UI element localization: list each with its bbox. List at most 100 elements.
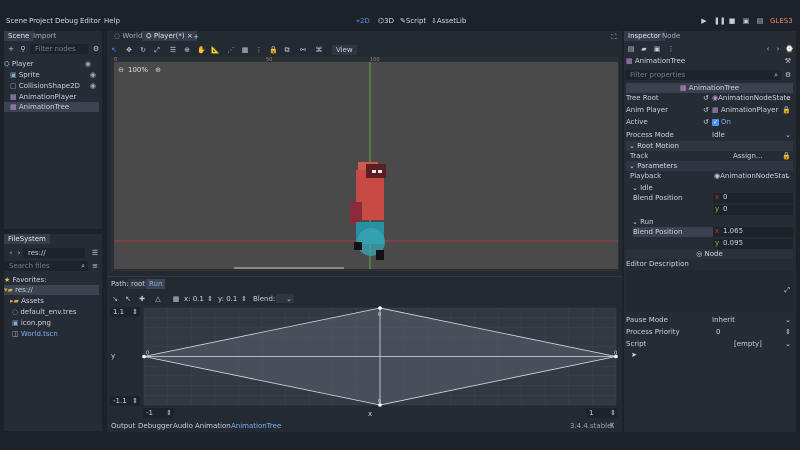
tab-debugger[interactable]: Debugger xyxy=(138,422,173,430)
fs-item-assets[interactable]: ▸▰ Assets xyxy=(4,296,99,306)
new-resource-icon[interactable]: ▤ xyxy=(627,45,635,53)
node-path-value[interactable]: ▦ AnimationPlayer xyxy=(712,105,778,116)
active-checkbox[interactable]: ✓ xyxy=(712,119,719,126)
select-points-icon[interactable]: ↘ xyxy=(111,295,119,303)
tab-output[interactable]: Output xyxy=(111,422,135,430)
history-icon[interactable]: ⌚ xyxy=(785,45,794,53)
menu-project[interactable]: Project xyxy=(29,17,53,25)
move-tool-icon[interactable]: ✥ xyxy=(125,46,133,54)
zoom-out-icon[interactable]: ⊖ xyxy=(117,66,125,74)
menu-editor[interactable]: Editor xyxy=(80,17,101,25)
snap-y-field[interactable]: y: 0.1 xyxy=(218,295,237,303)
blend-space-chart[interactable]: 0 0 0 0 xyxy=(108,305,620,421)
menu-debug[interactable]: Debug xyxy=(55,17,78,25)
search-files-input[interactable]: Search files ⌕ xyxy=(4,261,88,271)
tree-node-animationplayer[interactable]: ▦ AnimationPlayer xyxy=(4,92,99,102)
play-scene-icon[interactable]: ▣ xyxy=(742,17,750,25)
breadcrumb-run[interactable]: Run xyxy=(146,279,166,289)
back-arrow-icon[interactable]: ‹ xyxy=(7,249,15,257)
object-selector[interactable]: ▦ AnimationTree ⚒ xyxy=(626,57,793,67)
more-options-icon[interactable]: ⋮ xyxy=(255,46,263,54)
split-view-icon[interactable]: ☰ xyxy=(91,249,99,257)
node-section[interactable]: ◎ Node xyxy=(626,249,793,259)
grid-snap-icon[interactable]: ▦ xyxy=(241,46,249,54)
reset-icon[interactable]: ↺ xyxy=(703,105,709,116)
scale-tool-icon[interactable]: ⤢ xyxy=(153,46,161,54)
erase-points-icon[interactable]: ✚ xyxy=(138,295,146,303)
pan-tool-icon[interactable]: ✋ xyxy=(197,46,206,54)
fs-item-default-env[interactable]: ◌ default_env.tres xyxy=(4,307,99,317)
snap-x-field[interactable]: x: 0.1 xyxy=(184,295,204,303)
visibility-icon[interactable]: ◉ xyxy=(85,59,91,69)
workspace-assetlib[interactable]: ⇩AssetLib xyxy=(431,17,466,25)
chevron-down-icon[interactable]: ⌄ xyxy=(785,171,791,181)
idle-y-field[interactable]: y0 xyxy=(713,205,793,215)
more-icon[interactable]: ⋮ xyxy=(667,45,675,53)
prop-pause-mode[interactable]: Pause Mode Inherit ⌄ xyxy=(626,315,793,326)
prop-track[interactable]: Track Assign... 🔒 xyxy=(630,151,793,161)
stop-icon[interactable]: ■ xyxy=(728,17,736,25)
max-y-field[interactable]: 1.1 ⇕ xyxy=(110,307,140,317)
min-y-field[interactable]: -1.1 ⇕ xyxy=(110,396,140,406)
prop-playback[interactable]: Playback ◉AnimationNodeStat ⌄ xyxy=(630,171,793,181)
spin-icon[interactable]: ⇕ xyxy=(240,295,248,303)
link-icon[interactable]: ⚲ xyxy=(19,45,27,53)
filter-properties-input[interactable]: Filter properties ⌕ xyxy=(625,70,781,80)
run-x-field[interactable]: x 1.065 xyxy=(713,227,793,237)
pin-icon[interactable]: ⊼ xyxy=(608,422,616,430)
settings-icon[interactable]: ⚙ xyxy=(784,71,792,79)
chevron-down-icon[interactable]: ⌄ xyxy=(785,339,791,350)
zoom-level[interactable]: 100% xyxy=(128,66,148,74)
workspace-2d[interactable]: ⌖2D xyxy=(356,17,370,26)
blend-mode-dropdown[interactable]: ⌄ xyxy=(276,294,294,303)
prop-script[interactable]: Script [empty] ⌄ xyxy=(626,339,793,350)
add-node-icon[interactable]: + xyxy=(7,45,15,53)
h-scrollbar[interactable] xyxy=(234,267,344,270)
reset-icon[interactable]: ↺ xyxy=(703,93,709,104)
editor-description-textarea[interactable]: ⤢ xyxy=(626,270,793,312)
add-tab-icon[interactable]: + xyxy=(192,33,200,41)
visibility-icon[interactable]: ◉ xyxy=(90,81,96,91)
fs-item-world-tscn[interactable]: ◫ World.tscn xyxy=(4,329,99,339)
list-select-icon[interactable]: ☰ xyxy=(169,46,177,54)
lock-icon[interactable]: 🔒 xyxy=(782,105,791,116)
prop-tree-root[interactable]: Tree Root ↺ ◉AnimationNodeState ⌄ xyxy=(626,93,793,104)
reset-icon[interactable]: ↺ xyxy=(703,117,709,128)
fs-item-favorites[interactable]: ★ Favorites: xyxy=(4,275,99,285)
section-idle[interactable]: ⌄ Idle xyxy=(630,183,793,193)
create-points-icon[interactable]: ↖ xyxy=(124,295,132,303)
sort-icon[interactable]: ≡ xyxy=(91,262,99,270)
tree-node-animationtree[interactable]: ▦ AnimationTree xyxy=(4,102,99,112)
fs-item-icon-png[interactable]: ▣ icon.png xyxy=(4,318,99,328)
view-menu-button[interactable]: View xyxy=(332,45,357,55)
menu-scene[interactable]: Scene xyxy=(6,17,27,25)
tab-world[interactable]: ◌ World xyxy=(110,31,146,41)
prop-process-mode[interactable]: Process Mode Idle ⌄ xyxy=(626,130,793,141)
tab-animationtree[interactable]: AnimationTree xyxy=(231,422,281,430)
play-icon[interactable]: ▶ xyxy=(700,17,708,25)
workspace-3d[interactable]: ⌬3D xyxy=(378,17,394,25)
select-tool-icon[interactable]: ↖ xyxy=(110,46,118,54)
tab-node[interactable]: Node xyxy=(658,31,684,41)
playback-value[interactable]: ◉AnimationNodeStat xyxy=(714,171,788,181)
prop-process-priority[interactable]: Process Priority 0 ⇕ xyxy=(626,327,793,338)
pause-icon[interactable]: ❚❚ xyxy=(714,17,726,25)
pivot-icon[interactable]: ⊕ xyxy=(183,46,191,54)
tab-animation[interactable]: Animation xyxy=(195,422,231,430)
section-root-motion[interactable]: ⌄ Root Motion xyxy=(626,141,793,151)
open-folder-icon[interactable]: ▰ xyxy=(640,45,648,53)
history-back-icon[interactable]: ‹ xyxy=(764,45,772,53)
min-x-field[interactable]: -1 ⇕ xyxy=(143,408,174,418)
ruler-tool-icon[interactable]: 📐 xyxy=(211,46,220,54)
visibility-icon[interactable]: ◉ xyxy=(90,70,96,80)
rotate-tool-icon[interactable]: ↻ xyxy=(139,46,147,54)
menu-help[interactable]: Help xyxy=(104,17,120,25)
renderer-label[interactable]: GLES3 xyxy=(770,17,793,25)
history-forward-icon[interactable]: › xyxy=(774,45,782,53)
chevron-down-icon[interactable]: ⌄ xyxy=(785,315,791,326)
zoom-in-icon[interactable]: ⊕ xyxy=(154,66,162,74)
spin-icon[interactable]: ⇕ xyxy=(785,327,791,338)
section-parameters[interactable]: ⌄ Parameters xyxy=(626,161,793,171)
tab-import[interactable]: Import xyxy=(29,31,60,41)
fs-item-res[interactable]: ▾▰ res:// xyxy=(4,285,99,295)
